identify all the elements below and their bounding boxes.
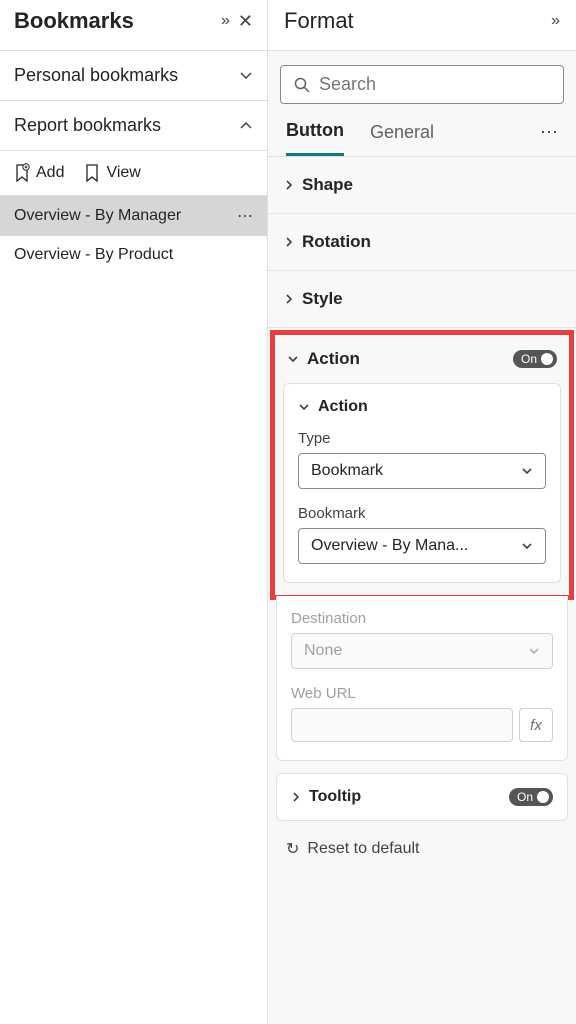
action-subheader[interactable]: Action	[298, 398, 546, 416]
rotation-label: Rotation	[302, 232, 371, 252]
chevron-up-icon	[239, 119, 253, 133]
bookmark-view-icon	[84, 163, 100, 183]
bookmarks-title: Bookmarks	[14, 8, 134, 34]
format-title: Format	[284, 8, 354, 34]
report-bookmarks-label: Report bookmarks	[14, 115, 161, 136]
view-label: View	[106, 164, 140, 182]
tooltip-toggle[interactable]: On	[509, 788, 553, 806]
chevron-right-icon	[291, 791, 301, 803]
toggle-on-label: On	[517, 790, 533, 804]
bookmarks-panel: Bookmarks » ✕ Personal bookmarks Report …	[0, 0, 268, 1024]
type-select[interactable]: Bookmark	[298, 453, 546, 489]
weburl-input	[291, 708, 513, 742]
tab-general[interactable]: General	[370, 122, 434, 155]
chevron-down-icon	[287, 354, 299, 364]
style-label: Style	[302, 289, 343, 309]
tabs-more-icon[interactable]: ⋯	[540, 122, 558, 155]
bookmark-value: Overview - By Mana...	[311, 537, 468, 555]
add-label: Add	[36, 164, 64, 182]
bookmark-item[interactable]: Overview - By Manager ⋯	[0, 196, 267, 236]
collapse-panel-icon[interactable]: »	[221, 12, 230, 30]
chevron-down-icon	[521, 466, 533, 476]
toggle-knob-icon	[541, 353, 553, 365]
weburl-label: Web URL	[291, 685, 553, 702]
tooltip-label: Tooltip	[309, 788, 361, 806]
fx-label: fx	[530, 717, 542, 734]
action-group-header[interactable]: Action On	[275, 335, 569, 383]
action-highlight: Action On Action Type Bookmark	[270, 330, 574, 600]
reset-to-default[interactable]: ↻ Reset to default	[268, 821, 576, 877]
action-card-lower: Destination None Web URL fx	[276, 596, 568, 761]
tooltip-left: Tooltip	[291, 788, 361, 806]
action-sub-label: Action	[318, 398, 368, 416]
destination-value: None	[304, 642, 342, 660]
bookmarks-header-icons: » ✕	[221, 11, 253, 32]
bookmark-item-label: Overview - By Product	[14, 246, 173, 264]
view-bookmark-button[interactable]: View	[84, 163, 140, 183]
tooltip-group[interactable]: Tooltip On	[276, 773, 568, 821]
tab-button[interactable]: Button	[286, 120, 344, 156]
type-value: Bookmark	[311, 462, 383, 480]
chevron-down-icon	[239, 69, 253, 83]
action-toggle[interactable]: On	[513, 350, 557, 368]
chevron-down-icon	[298, 402, 310, 412]
action-card: Action Type Bookmark Bookmark Overview -…	[283, 383, 561, 583]
add-bookmark-button[interactable]: Add	[14, 163, 64, 183]
action-label: Action	[307, 349, 360, 369]
bookmark-select[interactable]: Overview - By Mana...	[298, 528, 546, 564]
reset-icon: ↻	[286, 839, 299, 859]
destination-select: None	[291, 633, 553, 669]
toggle-knob-icon	[537, 791, 549, 803]
bookmark-list: Overview - By Manager ⋯ Overview - By Pr…	[0, 196, 267, 274]
action-header-left: Action	[287, 349, 360, 369]
bookmark-item[interactable]: Overview - By Product	[0, 236, 267, 274]
weburl-row: fx	[291, 708, 553, 742]
chevron-down-icon	[528, 646, 540, 656]
format-panel: Format » Button General ⋯ Shape Rotation	[268, 0, 576, 1024]
bookmarks-header: Bookmarks » ✕	[0, 0, 267, 51]
report-bookmarks-section[interactable]: Report bookmarks	[0, 101, 267, 151]
close-icon[interactable]: ✕	[238, 11, 253, 32]
reset-label: Reset to default	[307, 840, 419, 858]
toggle-on-label: On	[521, 352, 537, 366]
search-icon	[293, 76, 311, 94]
rotation-group[interactable]: Rotation	[268, 214, 576, 271]
personal-bookmarks-label: Personal bookmarks	[14, 65, 178, 86]
fx-button[interactable]: fx	[519, 708, 553, 742]
chevron-right-icon	[284, 236, 294, 248]
collapse-panel-icon[interactable]: »	[551, 12, 560, 30]
chevron-right-icon	[284, 179, 294, 191]
shape-group[interactable]: Shape	[268, 157, 576, 214]
bookmark-item-label: Overview - By Manager	[14, 207, 181, 225]
chevron-right-icon	[284, 293, 294, 305]
bookmark-field-label: Bookmark	[298, 505, 546, 522]
format-body: Shape Rotation Style Action	[268, 157, 576, 1024]
destination-label: Destination	[291, 610, 553, 627]
bookmark-add-icon	[14, 163, 30, 183]
bookmark-actions: Add View	[0, 151, 267, 196]
type-label: Type	[298, 430, 546, 447]
format-tabs: Button General ⋯	[268, 110, 576, 157]
search-box[interactable]	[280, 65, 564, 104]
style-group[interactable]: Style	[268, 271, 576, 328]
search-input[interactable]	[319, 74, 551, 95]
more-options-icon[interactable]: ⋯	[237, 206, 253, 226]
format-header: Format »	[268, 0, 576, 51]
chevron-down-icon	[521, 541, 533, 551]
shape-label: Shape	[302, 175, 353, 195]
personal-bookmarks-section[interactable]: Personal bookmarks	[0, 51, 267, 101]
search-wrap	[268, 51, 576, 110]
